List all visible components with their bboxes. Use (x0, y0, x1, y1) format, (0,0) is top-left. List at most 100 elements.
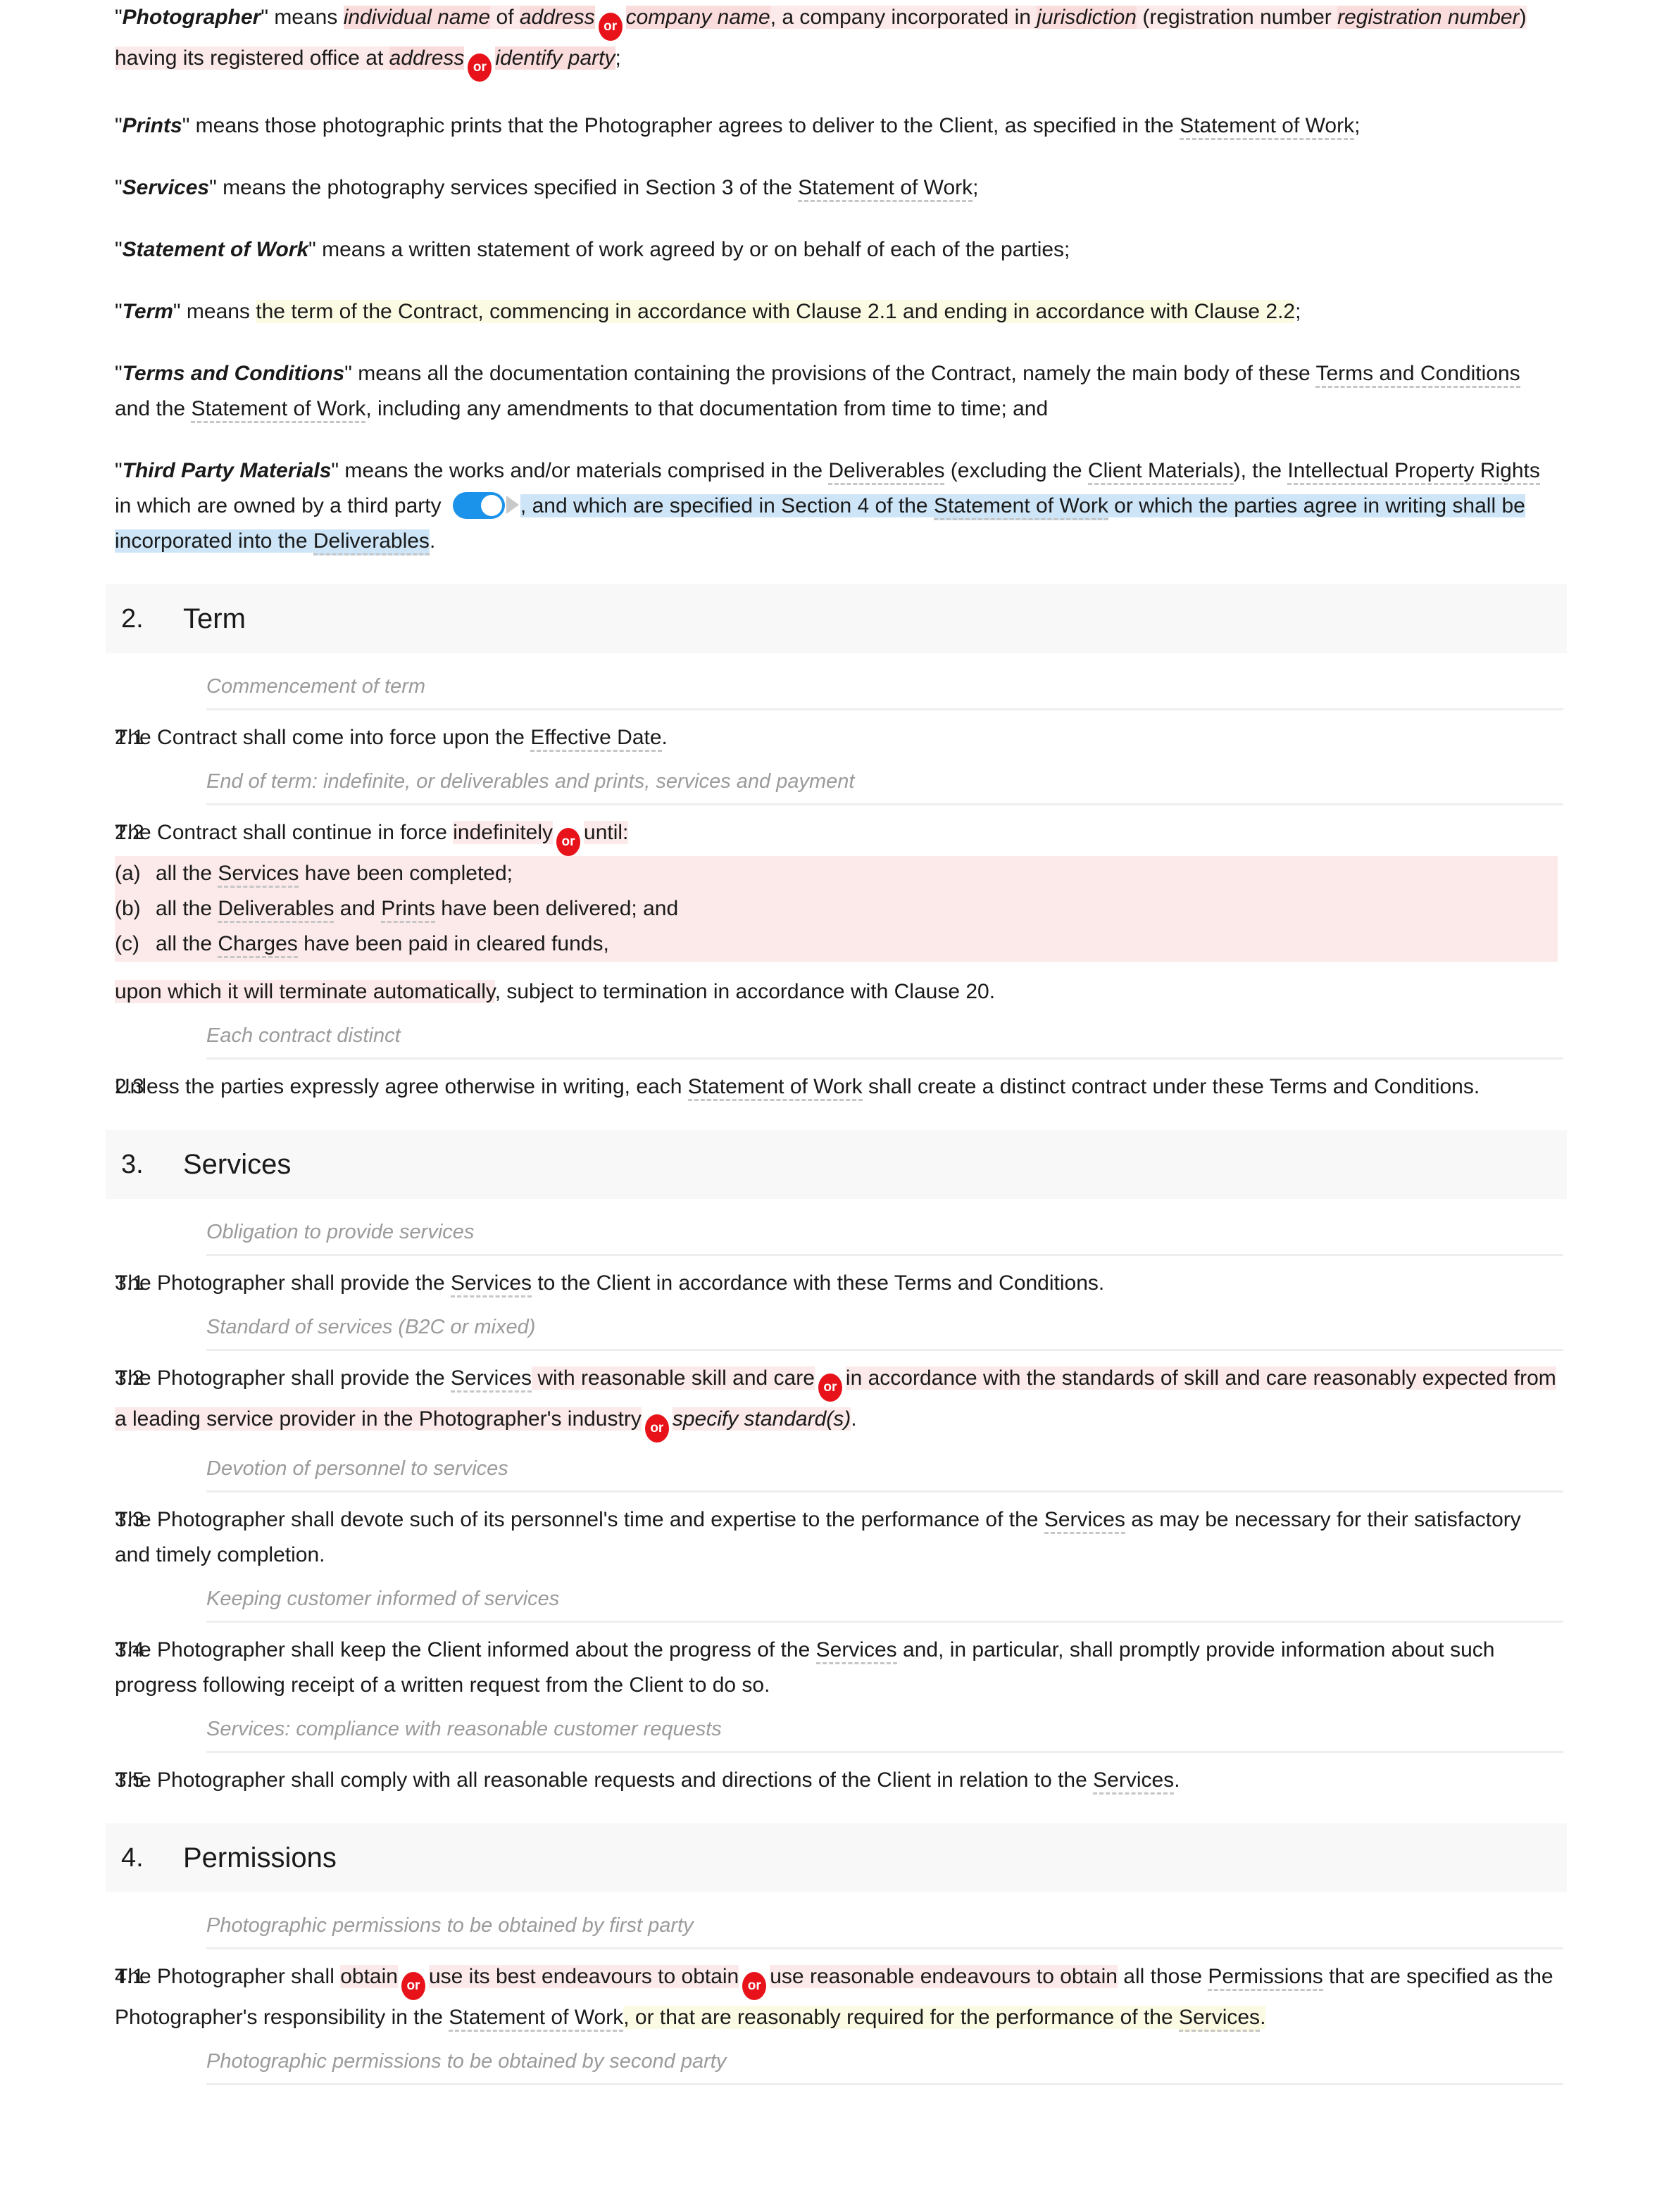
section-header-term: 2. Term (106, 584, 1567, 653)
clause-text-lead: The Contract shall continue in force ind… (115, 815, 1558, 856)
linked-term-terms-and-conditions[interactable]: Terms and Conditions (1315, 362, 1520, 388)
highlighted-term-definition[interactable]: the term of the Contract, commencing in … (256, 300, 1296, 323)
linked-term-intellectual-property-rights[interactable]: Intellectual Property Rights (1287, 459, 1540, 485)
plain-text: The Contract shall come into force upon … (115, 726, 531, 749)
placeholder-jurisdiction[interactable]: jurisdiction (1037, 6, 1137, 29)
linked-term-deliverables[interactable]: Deliverables (313, 529, 430, 555)
subheading-block: Standard of services (B2C or mixed) (0, 1301, 1676, 1351)
defined-term-statement-of-work: Statement of Work (122, 238, 309, 261)
plain-text: . (429, 529, 436, 553)
list-item: (c) all the Charges have been paid in cle… (115, 926, 1558, 962)
list-label: (b) (115, 897, 141, 920)
plain-text: ; (1295, 300, 1301, 323)
linked-term-deliverables[interactable]: Deliverables (218, 897, 334, 923)
plain-text: all those (1117, 1965, 1208, 1988)
plain-text: " means (261, 6, 344, 29)
definition-statement-of-work: "Statement of Work" means a written stat… (0, 232, 1676, 268)
definition-terms-and-conditions: "Terms and Conditions" means all the doc… (0, 356, 1676, 427)
linked-term-statement-of-work[interactable]: Statement of Work (1180, 114, 1355, 140)
definition-term-text: "Term" means the term of the Contract, c… (115, 300, 1301, 323)
plain-text: . (661, 726, 668, 749)
definition-term: "Term" means the term of the Contract, c… (0, 294, 1676, 329)
plain-text: " means (173, 300, 256, 323)
toggle-switch[interactable] (452, 492, 505, 519)
linked-term-effective-date[interactable]: Effective Date (530, 726, 662, 752)
clause-subheading: Devotion of personnel to services (206, 1457, 508, 1480)
or-badge-icon[interactable]: or (556, 828, 581, 856)
clause-text: Unless the parties expressly agree other… (115, 1069, 1558, 1105)
plain-text: ; (1354, 114, 1361, 137)
plain-text: , and which are specified in Section 4 o… (520, 494, 934, 517)
definition-third-party-materials-text: "Third Party Materials" means the works … (115, 453, 1558, 559)
highlighted-tail[interactable]: , or that are reasonably required for th… (623, 2006, 1180, 2029)
list-item: (a) all the Services have been completed; (115, 856, 1558, 891)
section-header-services: 3. Services (106, 1130, 1567, 1199)
option-best-endeavours[interactable]: use its best endeavours to obtain (428, 1965, 739, 1988)
definition-photographer: "Photographer" means individual name of … (0, 0, 1676, 82)
divider (206, 1254, 1563, 1256)
divider (206, 1751, 1563, 1753)
clause-number: 3.5 (115, 1768, 144, 1792)
linked-term-services[interactable]: Services (450, 1271, 532, 1297)
or-badge-icon[interactable]: or (644, 1414, 669, 1443)
plain-text: , including any amendments to that docum… (365, 397, 1049, 420)
clause-number: 2.3 (115, 1075, 144, 1098)
list-label: (a) (115, 862, 141, 885)
clause-text-tail: upon which it will terminate automatical… (115, 974, 1558, 1010)
subheading-block: Photographic permissions to be obtained … (0, 2035, 1676, 2085)
or-badge-icon[interactable]: or (401, 1972, 425, 2000)
section-number: 2. (121, 603, 144, 634)
divider (206, 1057, 1563, 1060)
divider (206, 1349, 1563, 1351)
linked-term-statement-of-work[interactable]: Statement of Work (933, 494, 1108, 520)
linked-term-permissions[interactable]: Permissions (1208, 1965, 1323, 1991)
placeholder-identify-party[interactable]: identify party (495, 46, 615, 70)
linked-term-services[interactable]: Services (450, 1366, 532, 1393)
clause-3-1: 3.1 The Photographer shall provide the S… (0, 1266, 1676, 1301)
subheading-block: Services: compliance with reasonable cus… (0, 1703, 1676, 1753)
placeholder-individual-name[interactable]: individual name (343, 6, 491, 29)
placeholder-address[interactable]: address (519, 6, 595, 29)
highlighted-tail[interactable]: upon which it will terminate automatical… (115, 980, 495, 1003)
subheading-block: End of term: indefinite, or deliverables… (0, 755, 1676, 805)
clause-subheading: Services: compliance with reasonable cus… (206, 1718, 722, 1740)
or-badge-icon[interactable]: or (468, 54, 492, 82)
divider (206, 708, 1563, 710)
placeholder-specify-standards[interactable]: specify standard(s) (672, 1407, 851, 1431)
plain-text: ; (973, 176, 979, 199)
or-badge-icon[interactable]: or (818, 1374, 842, 1402)
list-label: (c) (115, 932, 139, 955)
option-obtain[interactable]: obtain (340, 1965, 398, 1988)
section-title: Term (183, 603, 246, 634)
option-reasonable-endeavours[interactable]: use reasonable endeavours to obtain (770, 1965, 1118, 1988)
linked-term-services[interactable]: Services (1093, 1768, 1175, 1795)
or-badge-icon[interactable]: or (742, 1972, 767, 2000)
definition-third-party-materials: "Third Party Materials" means the works … (0, 453, 1676, 559)
subheading-block: Photographic permissions to be obtained … (0, 1899, 1676, 1949)
plain-text: The Photographer shall devote such of it… (115, 1508, 1044, 1531)
placeholder-address-2[interactable]: address (389, 46, 465, 70)
linked-term-statement-of-work[interactable]: Statement of Work (687, 1075, 863, 1101)
linked-term-services[interactable]: Services (1044, 1508, 1125, 1534)
option-until[interactable]: until: (584, 821, 629, 844)
list-item: (b) all the Deliverables and Prints have … (115, 891, 1558, 926)
linked-term-client-materials[interactable]: Client Materials (1087, 459, 1234, 485)
option-indefinitely[interactable]: indefinitely (453, 821, 554, 844)
linked-term-services[interactable]: Services (218, 862, 299, 888)
linked-term-charges[interactable]: Charges (218, 932, 298, 958)
linked-term-deliverables[interactable]: Deliverables (828, 459, 945, 485)
linked-term-statement-of-work[interactable]: Statement of Work (798, 176, 973, 202)
clause-2-3: 2.3 Unless the parties expressly agree o… (0, 1069, 1676, 1105)
option-reasonable-skill-and-care[interactable]: with reasonable skill and care (537, 1366, 815, 1390)
or-badge-icon[interactable]: or (598, 13, 623, 41)
subheading-block: Each contract distinct (0, 1010, 1676, 1060)
linked-term-statement-of-work[interactable]: Statement of Work (191, 397, 366, 423)
placeholder-registration-number[interactable]: registration number (1337, 6, 1520, 29)
placeholder-company-name[interactable]: company name (625, 6, 770, 29)
plain-text: (registration number (1137, 6, 1338, 29)
linked-term-services[interactable]: Services (815, 1638, 897, 1664)
clause-text: The Photographer shall devote such of it… (115, 1502, 1558, 1573)
linked-term-services[interactable]: Services (1179, 2006, 1261, 2032)
linked-term-prints[interactable]: Prints (381, 897, 435, 923)
linked-term-statement-of-work[interactable]: Statement of Work (449, 2006, 624, 2032)
